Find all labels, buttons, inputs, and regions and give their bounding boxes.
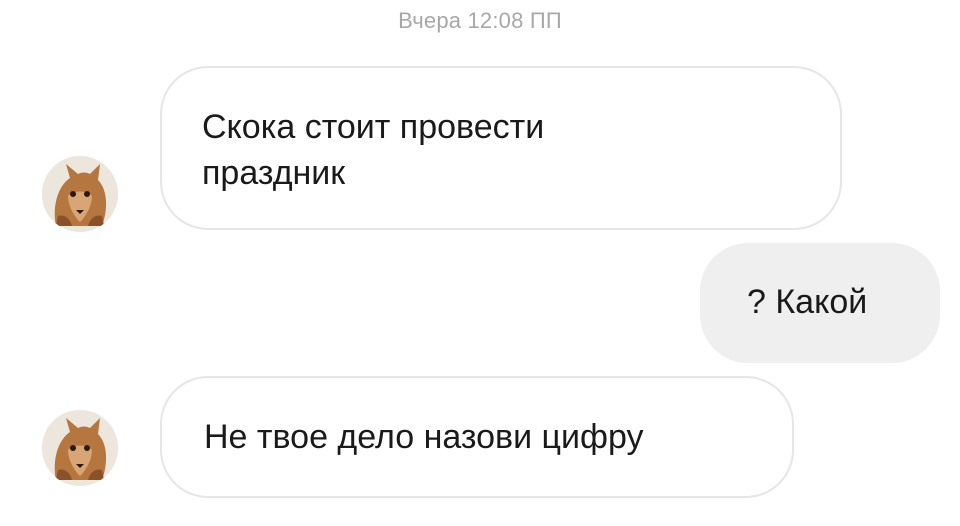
message-text-line: Скока стоит провести (202, 108, 545, 146)
incoming-message-bubble[interactable]: Скока стоит провести праздник (160, 66, 842, 230)
sender-avatar[interactable] (42, 156, 118, 232)
incoming-message-bubble[interactable]: Не твое дело назови цифру (160, 376, 794, 498)
outgoing-message-bubble[interactable]: ? Какой (700, 243, 940, 363)
message-timestamp: Вчера 12:08 ПП (398, 8, 562, 33)
message-text: Не твое дело назови цифру (204, 418, 644, 456)
message-text-line: праздник (202, 154, 346, 192)
fox-mask-avatar-icon (42, 156, 118, 232)
sender-avatar[interactable] (42, 410, 118, 486)
fox-mask-avatar-icon (42, 410, 118, 486)
message-text: ? Какой (747, 283, 868, 321)
